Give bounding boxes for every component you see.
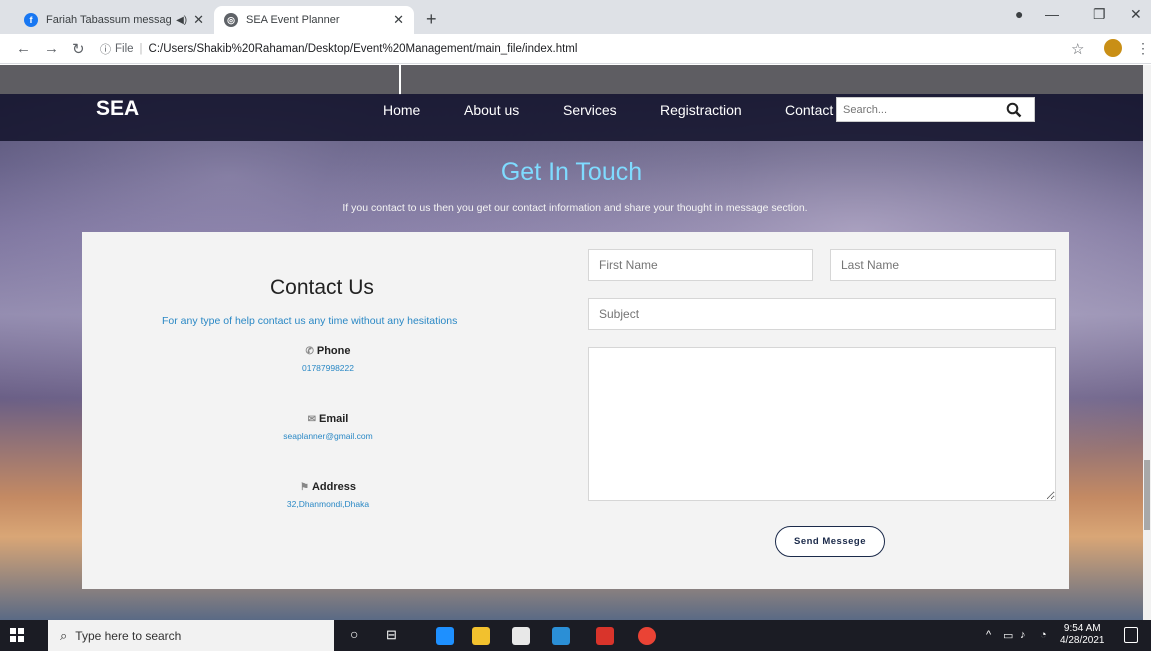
new-tab-button[interactable]: +: [426, 9, 437, 30]
contact-title: Contact Us: [270, 276, 374, 299]
reload-icon[interactable]: ↻: [72, 40, 85, 58]
file-explorer-icon[interactable]: [472, 627, 490, 645]
chrome-icon[interactable]: [638, 627, 656, 645]
site-search: [836, 97, 1035, 122]
url-text: C:/Users/Shakib%20Rahaman/Desktop/Event%…: [148, 43, 578, 55]
speaker-icon[interactable]: ◀): [176, 15, 187, 26]
close-tab-icon[interactable]: ✕: [193, 12, 204, 28]
windows-taskbar: ⌕ Type here to search ○ ⊟ ^ ▭ ♪ ◔ 9:54 A…: [0, 620, 1151, 651]
search-button[interactable]: [994, 98, 1034, 121]
volume-icon[interactable]: ♪: [1020, 629, 1026, 641]
email-value: seaplanner@gmail.com: [283, 431, 373, 441]
contact-description: For any type of help contact us any time…: [162, 315, 458, 327]
edge-icon[interactable]: [436, 627, 454, 645]
search-icon: [1006, 102, 1022, 117]
taskbar-search[interactable]: ⌕ Type here to search: [48, 620, 334, 651]
avatar[interactable]: [1104, 39, 1122, 57]
contact-card: Contact Us For any type of help contact …: [82, 232, 1069, 589]
minimize-button[interactable]: —: [1045, 6, 1059, 22]
subject-field[interactable]: [588, 298, 1056, 330]
close-tab-icon[interactable]: ✕: [393, 12, 404, 28]
tray-chevron-icon[interactable]: ^: [986, 629, 991, 641]
divider-line: [399, 65, 401, 95]
task-view-icon[interactable]: ⊟: [386, 627, 397, 643]
facebook-icon: f: [24, 13, 38, 27]
site-brand[interactable]: SEA: [96, 97, 139, 121]
flag-icon: ⚑: [300, 481, 309, 493]
notification-icon[interactable]: [1124, 627, 1138, 643]
nav-contact[interactable]: Contact: [785, 102, 833, 118]
envelope-icon: ✉: [307, 413, 317, 425]
close-window-button[interactable]: ✕: [1130, 6, 1142, 23]
bookmark-star-icon[interactable]: ☆: [1071, 40, 1084, 58]
back-arrow-icon[interactable]: ←: [16, 40, 31, 57]
nav-services[interactable]: Services: [563, 102, 617, 118]
cortana-icon[interactable]: ○: [350, 626, 358, 642]
store-icon[interactable]: [512, 627, 530, 645]
message-textarea[interactable]: [588, 347, 1056, 501]
phone-icon: ✆: [305, 345, 314, 357]
clock-date: 4/28/2021: [1060, 635, 1105, 646]
page-subtitle: If you contact to us then you get our co…: [342, 202, 808, 214]
phone-block: ✆ Phone 01787998222: [278, 345, 378, 373]
clock-time: 9:54 AM: [1063, 623, 1101, 634]
address-block: ⚑ Address 32,Dhanmondi,Dhaka: [268, 481, 388, 509]
page-scrollbar[interactable]: [1143, 65, 1151, 620]
scrollbar-thumb[interactable]: [1144, 460, 1150, 530]
globe-icon: ◎: [224, 13, 238, 27]
phone-value: 01787998222: [301, 363, 354, 373]
search-input[interactable]: [837, 98, 987, 121]
address-value: 32,Dhanmondi,Dhaka: [286, 499, 370, 509]
nav-about[interactable]: About us: [464, 102, 519, 118]
network-icon[interactable]: ◔: [1040, 629, 1047, 641]
forward-arrow-icon[interactable]: →: [44, 40, 59, 57]
mail-icon[interactable]: [552, 627, 570, 645]
browser-toolbar: ← → ↻ ⓘ File | C:/Users/Shakib%20Rahaman…: [0, 34, 1151, 64]
taskbar-search-text: Type here to search: [75, 628, 182, 643]
info-icon[interactable]: ⓘ: [100, 41, 111, 57]
last-name-field[interactable]: [830, 249, 1056, 281]
first-name-field[interactable]: [588, 249, 813, 281]
battery-icon[interactable]: ▭: [1003, 629, 1013, 642]
address-label: Address: [311, 481, 356, 493]
menu-kebab-icon[interactable]: ⋮: [1136, 40, 1150, 57]
site-navbar: SEA Home About us Services Registraction…: [0, 94, 1143, 141]
send-message-button[interactable]: Send Messege: [775, 526, 885, 557]
page-viewport: SEA Home About us Services Registraction…: [0, 65, 1143, 620]
windows-start-icon[interactable]: [10, 628, 24, 642]
url-separator: |: [139, 43, 143, 55]
nav-registration[interactable]: Registraction: [660, 102, 742, 118]
phone-label: Phone: [316, 345, 351, 357]
browser-tab-facebook[interactable]: f Fariah Tabassum messaged y ◀) ✕: [14, 6, 214, 34]
address-bar[interactable]: ⓘ File | C:/Users/Shakib%20Rahaman/Deskt…: [100, 38, 1150, 60]
page-title: Get In Touch: [500, 158, 643, 186]
restore-button[interactable]: ❐: [1093, 6, 1106, 23]
browser-tab-strip: f Fariah Tabassum messaged y ◀) ✕ ◎ SEA …: [0, 0, 1151, 34]
email-block: ✉ Email seaplanner@gmail.com: [258, 413, 398, 441]
email-label: Email: [319, 413, 349, 425]
url-scheme-label: File: [115, 43, 134, 55]
app-icon[interactable]: [596, 627, 614, 645]
top-band: [0, 65, 1143, 94]
taskbar-clock[interactable]: 9:54 AM 4/28/2021: [1060, 623, 1105, 647]
nav-home[interactable]: Home: [383, 102, 420, 118]
profile-circle-icon[interactable]: ●: [1015, 6, 1023, 22]
tab-title: SEA Event Planner: [246, 14, 340, 26]
browser-tab-sea-event-planner[interactable]: ◎ SEA Event Planner ✕: [214, 6, 414, 34]
tab-title: Fariah Tabassum messaged y: [46, 14, 172, 26]
taskbar-search-icon: ⌕: [60, 627, 68, 643]
